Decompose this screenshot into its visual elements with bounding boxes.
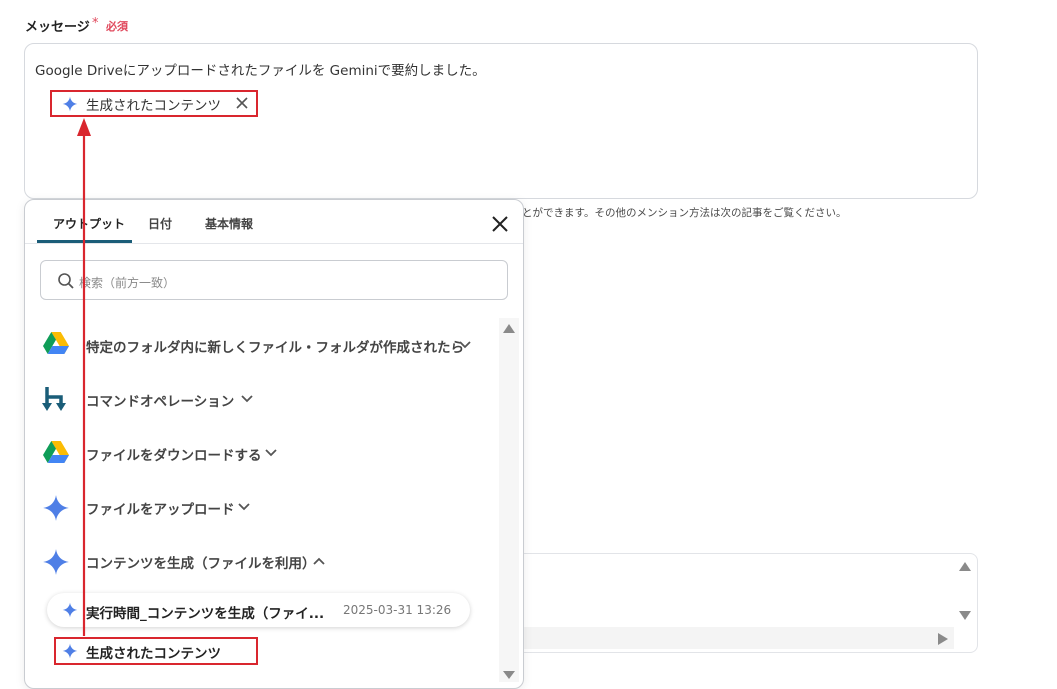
gemini-icon xyxy=(62,643,78,659)
output-chip-label: 実行時間_コンテンツを生成（ファイ... xyxy=(86,606,325,622)
node-label[interactable]: コンテンツを生成（ファイルを利用） xyxy=(86,552,316,572)
tab-output[interactable]: アウトプット xyxy=(53,215,125,232)
node-label[interactable]: コマンドオペレーション xyxy=(86,390,234,410)
chevron-down-icon[interactable] xyxy=(264,448,278,458)
scroll-down-icon[interactable] xyxy=(957,609,973,623)
google-drive-icon xyxy=(43,441,69,463)
message-label: メッセージ xyxy=(25,20,90,35)
selected-output-label: 生成されたコンテンツ xyxy=(86,646,221,662)
output-chip-timestamp: 2025-03-31 13:26 xyxy=(343,603,452,617)
close-icon[interactable] xyxy=(490,214,510,234)
scroll-up-icon[interactable] xyxy=(501,322,517,335)
node-label[interactable]: 特定のフォルダ内に新しくファイル・フォルダが作成されたら xyxy=(86,336,464,356)
mention-chip-label: 生成されたコンテンツ xyxy=(86,97,221,114)
chevron-up-icon[interactable] xyxy=(312,556,326,566)
required-text: 必須 xyxy=(106,20,128,33)
search-placeholder: 検索（前方一致） xyxy=(79,276,176,290)
gemini-icon xyxy=(43,549,69,575)
google-drive-icon xyxy=(43,332,69,354)
chevron-down-icon[interactable] xyxy=(458,340,472,350)
scroll-down-icon[interactable] xyxy=(501,669,517,681)
tab-date[interactable]: 日付 xyxy=(148,215,172,232)
search-icon xyxy=(58,273,74,289)
node-label[interactable]: ファイルをダウンロードする xyxy=(86,444,262,464)
tab-divider xyxy=(25,243,523,244)
scroll-right-icon[interactable] xyxy=(936,631,950,647)
popup-scrollbar[interactable] xyxy=(499,318,519,682)
message-text: Google Driveにアップロードされたファイルを Geminiで要約しまし… xyxy=(35,63,486,79)
node-label[interactable]: ファイルをアップロード xyxy=(86,498,235,518)
gemini-icon xyxy=(62,96,78,111)
close-icon[interactable] xyxy=(234,95,250,111)
gemini-icon xyxy=(43,495,69,521)
required-mark: * xyxy=(92,16,99,31)
scroll-up-icon[interactable] xyxy=(957,559,973,573)
mention-chip[interactable]: 生成されたコンテンツ xyxy=(50,90,258,117)
horizontal-scrollbar[interactable] xyxy=(524,627,954,649)
chevron-down-icon[interactable] xyxy=(240,394,254,404)
command-operation-icon xyxy=(42,387,66,411)
chevron-down-icon[interactable] xyxy=(237,502,251,512)
help-text: とができます。その他のメンション方法は次の記事をご覧ください。 xyxy=(522,207,847,219)
tab-basic-info[interactable]: 基本情報 xyxy=(205,215,253,232)
gemini-icon xyxy=(62,602,78,618)
